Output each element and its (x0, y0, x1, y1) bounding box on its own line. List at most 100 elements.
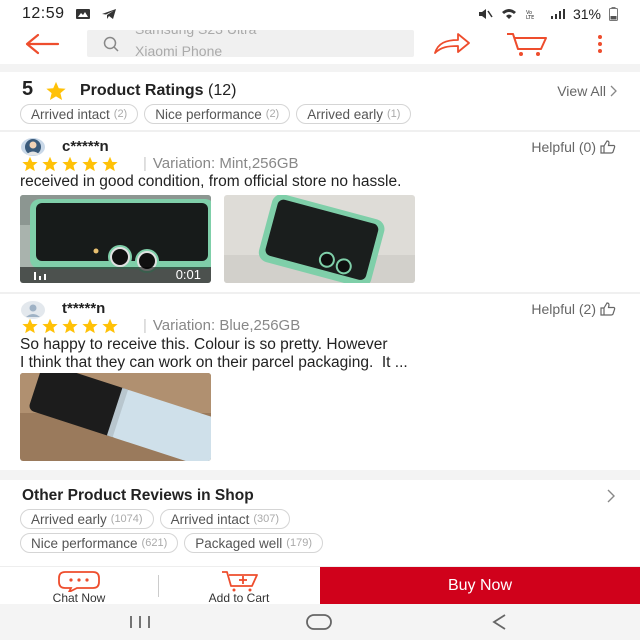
status-left: 12:59 (22, 5, 117, 23)
chip-arrived-early[interactable]: Arrived early (1074) (20, 509, 154, 529)
view-all-link[interactable]: View All (557, 83, 618, 99)
search-icon (103, 36, 119, 52)
chip-arrived-early[interactable]: Arrived early (1) (296, 104, 412, 124)
review-video-thumbnail[interactable]: 0:01 (20, 195, 211, 283)
chip-count: (179) (286, 537, 312, 549)
thumbs-up-icon (600, 302, 616, 316)
review-photo[interactable] (224, 195, 415, 283)
top-app-bar: Samsung S23 Ultra Xiaomi Phone (0, 28, 640, 60)
chevron-right-icon (610, 85, 617, 97)
helpful-button[interactable]: Helpful (2) (531, 301, 616, 317)
review-text: So happy to receive this. Colour is so p… (20, 336, 408, 371)
section-divider (0, 64, 640, 72)
chat-icon (58, 571, 100, 592)
star-icon (22, 318, 38, 334)
star-icon (22, 156, 38, 172)
separator (158, 575, 159, 597)
buy-now-button[interactable]: Buy Now (320, 567, 640, 605)
chip-arrived-intact[interactable]: Arrived intact (2) (20, 104, 139, 124)
divider (0, 292, 640, 294)
signal-icon (550, 9, 565, 19)
section-divider (0, 470, 640, 480)
helpful-label: Helpful (0) (531, 139, 596, 155)
chip-label: Nice performance (155, 106, 262, 122)
review-item: c*****n Helpful (0) Variation: Mint,256G… (0, 136, 640, 286)
telegram-notification-icon (101, 9, 116, 19)
chip-nice-performance[interactable]: Nice performance (621) (20, 533, 179, 553)
chip-packaged-well[interactable]: Packaged well (179) (184, 533, 323, 553)
add-to-cart-icon (222, 571, 258, 592)
chip-label: Arrived early (31, 511, 107, 527)
star-icon (62, 318, 78, 334)
chip-nice-performance[interactable]: Nice performance (2) (144, 104, 291, 124)
shop-review-chips-row: Nice performance (621) Packaged well (179) (20, 533, 323, 553)
battery-percent: 31% (572, 6, 601, 22)
divider (0, 130, 640, 132)
chip-count: (1) (387, 108, 401, 120)
add-to-cart-button[interactable]: Add to Cart (160, 567, 318, 605)
search-suggestion: Samsung S23 Ultra (135, 30, 256, 40)
star-rating (21, 156, 119, 172)
variation-text: Variation: Mint,256GB (143, 155, 299, 172)
search-suggestion: Xiaomi Phone (135, 43, 223, 57)
cart-icon[interactable] (505, 30, 549, 58)
star-icon (102, 156, 118, 172)
battery-icon (609, 7, 618, 21)
chip-label: Packaged well (195, 535, 283, 551)
reviewer-name: t*****n (62, 300, 106, 317)
more-options-icon[interactable] (592, 32, 608, 56)
ratings-title: Product Ratings (12) (80, 82, 236, 100)
clock: 12:59 (22, 5, 65, 22)
star-icon (82, 318, 98, 334)
phone-photo (224, 195, 415, 283)
search-suggestion-carousel: Samsung S23 Ultra Xiaomi Phone (135, 30, 256, 57)
chip-count: (2) (265, 108, 280, 120)
ratings-count: (12) (208, 82, 237, 99)
back-icon[interactable] (485, 612, 515, 632)
chip-count: (2) (113, 108, 128, 120)
svg-text:LTE: LTE (526, 15, 534, 20)
chip-count: (307) (253, 513, 280, 525)
view-all-label: View All (557, 83, 606, 99)
reviewer-name: c*****n (62, 138, 109, 155)
helpful-label: Helpful (2) (531, 301, 596, 317)
status-bar: 12:59 Vo LTE 31% (0, 0, 640, 28)
chip-arrived-intact[interactable]: Arrived intact (307) (159, 509, 291, 529)
chip-count: (621) (141, 537, 168, 549)
buy-now-label: Buy Now (447, 577, 513, 594)
lte-icon: VoLTE (526, 10, 534, 20)
home-icon[interactable] (304, 612, 334, 632)
avatar (21, 138, 45, 156)
chip-label: Nice performance (31, 535, 138, 551)
chat-now-button[interactable]: Chat Now (0, 567, 158, 605)
star-icon (42, 156, 58, 172)
search-bar[interactable]: Samsung S23 Ultra Xiaomi Phone (87, 30, 414, 57)
status-right: Vo LTE 31% (477, 6, 618, 22)
ratings-title-text: Product Ratings (80, 82, 204, 99)
chat-now-label: Chat Now (52, 591, 106, 605)
shop-review-chips-row: Arrived early (1074) Arrived intact (307) (20, 509, 291, 529)
avatar (21, 301, 45, 319)
wifi-icon (501, 9, 516, 19)
rating-score: 5 (22, 78, 34, 100)
bottom-action-bar: Chat Now Add to Cart Buy Now (0, 566, 640, 605)
add-to-cart-label: Add to Cart (208, 591, 270, 605)
rating-filter-chips: Arrived intact (2) Nice performance (2) Ar… (20, 104, 412, 124)
review-text: received in good condition, from officia… (20, 173, 402, 190)
thumbs-up-icon (600, 140, 616, 154)
chip-label: Arrived intact (31, 106, 110, 122)
helpful-button[interactable]: Helpful (0) (531, 139, 616, 155)
star-icon (46, 81, 66, 100)
star-icon (102, 318, 118, 334)
star-icon (42, 318, 58, 334)
variation-text: Variation: Blue,256GB (143, 317, 300, 334)
other-reviews-title[interactable]: Other Product Reviews in Shop (22, 487, 254, 505)
system-navigation-bar (0, 604, 640, 640)
star-rating (21, 318, 119, 334)
back-arrow-icon[interactable] (22, 32, 62, 56)
chevron-right-icon[interactable] (606, 489, 616, 503)
review-photo[interactable] (20, 373, 211, 461)
share-icon[interactable] (432, 32, 472, 56)
recent-apps-icon[interactable] (125, 612, 155, 632)
phone-photo (20, 373, 211, 461)
